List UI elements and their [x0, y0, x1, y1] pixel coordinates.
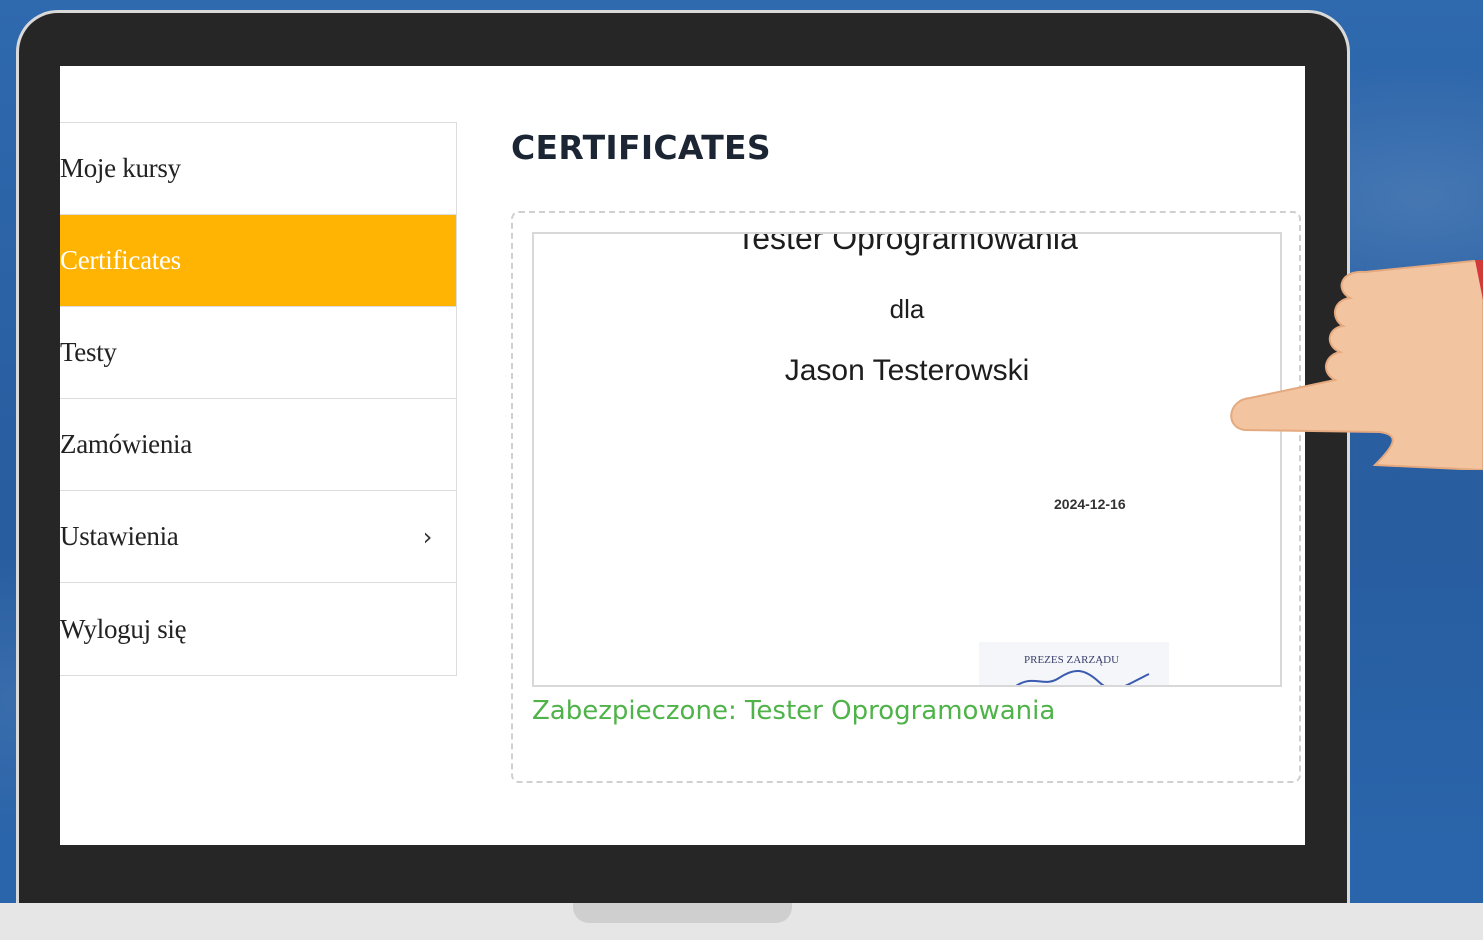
- page-title: CERTIFICATES: [511, 128, 771, 167]
- sidebar-item-label: Testy: [60, 337, 117, 367]
- sidebar-item-label: Zamówienia: [60, 429, 192, 459]
- sidebar-item-zamowienia[interactable]: Zamówienia: [60, 399, 456, 491]
- account-sidebar: Moje kursy Certificates Testy Zamówienia…: [60, 122, 457, 676]
- laptop-screen: Moje kursy Certificates Testy Zamówienia…: [60, 66, 1305, 845]
- sidebar-item-moje-kursy[interactable]: Moje kursy: [60, 123, 456, 215]
- sidebar-item-label: Certificates: [60, 245, 181, 275]
- laptop-notch: [573, 903, 792, 923]
- certificate-date: 2024-12-16: [1054, 496, 1126, 512]
- sidebar-item-label: Wyloguj się: [60, 613, 187, 644]
- certificate-recipient: Jason Testerowski: [784, 354, 1030, 387]
- chevron-right-icon: ›: [422, 522, 433, 551]
- sidebar-item-label: Ustawienia: [60, 521, 179, 551]
- sidebar-item-certificates[interactable]: Certificates: [60, 215, 456, 307]
- certificate-course-name: Tester Oprogramowania: [736, 232, 1078, 256]
- pointing-hand-icon: [1230, 260, 1483, 470]
- certificate-card: Tester Oprogramowania dla Jason Testerow…: [511, 211, 1301, 783]
- sidebar-item-ustawienia[interactable]: Ustawienia ›: [60, 491, 456, 583]
- certificate-preview[interactable]: Tester Oprogramowania dla Jason Testerow…: [532, 232, 1282, 687]
- certificate-for-word: dla: [889, 294, 925, 324]
- sidebar-item-label: Moje kursy: [60, 153, 181, 183]
- signature-icon: [1015, 670, 1150, 685]
- sidebar-item-testy[interactable]: Testy: [60, 307, 456, 399]
- sidebar-item-wyloguj[interactable]: Wyloguj się: [60, 583, 456, 675]
- certificate-link[interactable]: Zabezpieczone: Tester Oprogramowania: [532, 696, 1055, 726]
